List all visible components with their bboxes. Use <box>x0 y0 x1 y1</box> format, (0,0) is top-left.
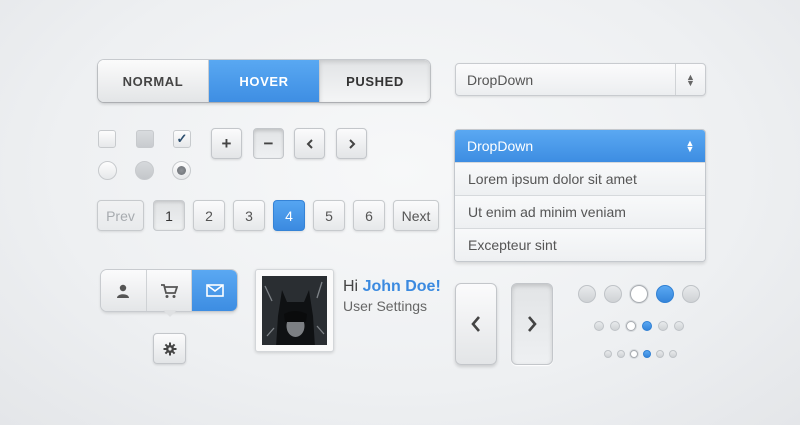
carousel-dot-hover[interactable] <box>626 321 636 331</box>
carousel-dot[interactable] <box>617 350 625 358</box>
checkbox-unchecked[interactable] <box>98 130 116 148</box>
icon-toolbar <box>101 270 237 311</box>
chevron-left-icon <box>306 138 313 149</box>
chevron-left-icon <box>471 316 480 332</box>
normal-button[interactable]: NORMAL <box>98 60 209 102</box>
carousel-dot-active[interactable] <box>643 350 651 358</box>
carousel-dot[interactable] <box>674 321 684 331</box>
page-3[interactable]: 3 <box>233 200 265 231</box>
minus-button[interactable]: − <box>253 128 284 159</box>
dropdown-option[interactable]: Lorem ipsum dolor sit amet <box>455 162 705 195</box>
carousel-dot[interactable] <box>604 350 612 358</box>
carousel-dot[interactable] <box>658 321 668 331</box>
big-prev-button[interactable] <box>455 283 497 365</box>
settings-button[interactable] <box>153 333 186 364</box>
check-icon: ✓ <box>176 131 188 146</box>
masked-figure-icon <box>262 276 327 345</box>
mail-button[interactable] <box>191 270 237 311</box>
dropdown-open-header[interactable]: DropDown ▲ ▼ <box>455 130 705 162</box>
radio-dot-icon <box>177 166 186 175</box>
carousel-dot[interactable] <box>669 350 677 358</box>
greeting: Hi John Doe! <box>343 278 441 296</box>
user-name[interactable]: John Doe! <box>363 278 441 295</box>
page-5[interactable]: 5 <box>313 200 345 231</box>
carousel-dot[interactable] <box>610 321 620 331</box>
cart-icon <box>161 283 178 298</box>
tooltip-pointer <box>163 310 177 317</box>
carousel-dot[interactable] <box>682 285 700 303</box>
big-next-button[interactable] <box>511 283 553 365</box>
dropdown-option[interactable]: Ut enim ad minim veniam <box>455 195 705 228</box>
radio-disabled[interactable] <box>135 161 154 180</box>
page-1[interactable]: 1 <box>153 200 185 231</box>
chevron-right-icon <box>348 138 355 149</box>
radio-unselected[interactable] <box>98 161 117 180</box>
avatar[interactable] <box>255 269 334 352</box>
carousel-dot[interactable] <box>578 285 596 303</box>
dropdown-arrow-icon: ▲ ▼ <box>675 64 705 95</box>
state-segmented-control: NORMAL HOVER PUSHED <box>98 60 430 102</box>
chevron-right-icon <box>528 316 537 332</box>
page-6[interactable]: 6 <box>353 200 385 231</box>
minus-icon: − <box>263 133 274 153</box>
dropdown-open: DropDown ▲ ▼ Lorem ipsum dolor sit amet U… <box>454 129 706 262</box>
radio-selected[interactable] <box>172 161 191 180</box>
checkbox-checked[interactable]: ✓ <box>173 130 191 148</box>
carousel-dot-active[interactable] <box>656 285 674 303</box>
dropdown-arrow-icon: ▲ ▼ <box>685 138 695 154</box>
avatar-image <box>262 276 327 345</box>
dropdown-value: DropDown <box>467 71 534 88</box>
carousel-dot-active[interactable] <box>642 321 652 331</box>
carousel-dot[interactable] <box>656 350 664 358</box>
carousel-dot[interactable] <box>594 321 604 331</box>
plus-button[interactable]: + <box>211 128 242 159</box>
dropdown-open-value: DropDown <box>467 138 534 154</box>
greeting-text: Hi <box>343 278 359 295</box>
cart-button[interactable] <box>145 270 192 311</box>
user-settings-link[interactable]: User Settings <box>343 298 427 314</box>
pagination-next[interactable]: Next <box>393 200 439 231</box>
pushed-button[interactable]: PUSHED <box>319 60 430 102</box>
plus-icon: + <box>221 133 232 153</box>
pagination-prev[interactable]: Prev <box>97 200 144 231</box>
next-arrow-button[interactable] <box>336 128 367 159</box>
page-4[interactable]: 4 <box>273 200 305 231</box>
carousel-dot-hover[interactable] <box>630 350 638 358</box>
user-button[interactable] <box>101 270 146 311</box>
user-icon <box>117 284 130 298</box>
mail-icon <box>205 284 224 297</box>
hover-button[interactable]: HOVER <box>209 60 319 102</box>
carousel-dot[interactable] <box>604 285 622 303</box>
gear-icon <box>163 342 176 355</box>
dropdown-option[interactable]: Excepteur sint <box>455 228 705 261</box>
prev-arrow-button[interactable] <box>294 128 325 159</box>
dropdown-closed[interactable]: DropDown ▲ ▼ <box>455 63 706 96</box>
page-2[interactable]: 2 <box>193 200 225 231</box>
carousel-dot-hover[interactable] <box>630 285 648 303</box>
checkbox-disabled[interactable] <box>136 130 154 148</box>
